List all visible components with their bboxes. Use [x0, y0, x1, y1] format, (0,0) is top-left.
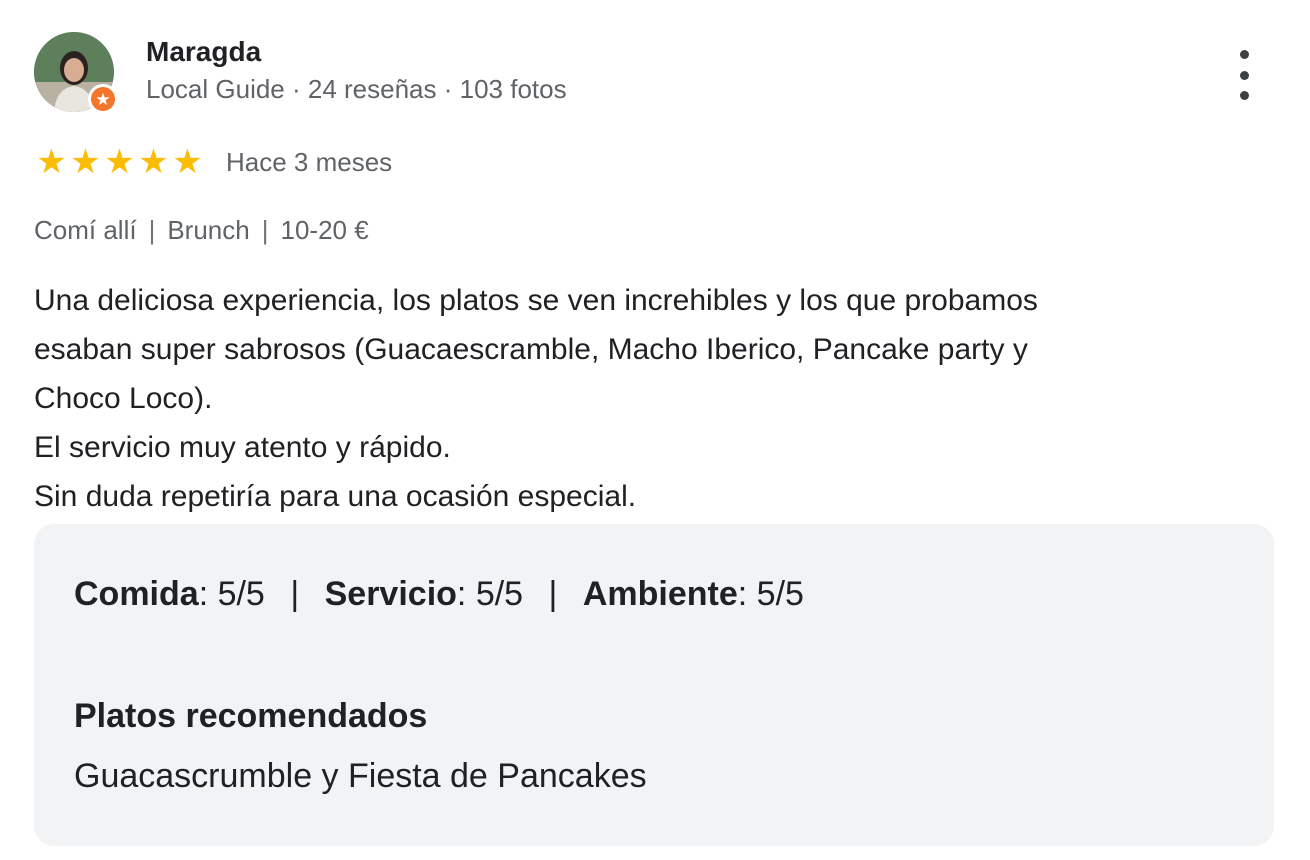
recommended-dishes-value: Guacascrumble y Fiesta de Pancakes [74, 757, 647, 795]
review-line: Choco Loco). [34, 382, 213, 415]
star-icon: ★ [172, 143, 202, 181]
review-line: esaban super sabrosos (Guacaescramble, M… [34, 333, 1028, 366]
review-line: Una deliciosa experiencia, los platos se… [34, 284, 1038, 317]
score-value-food: : 5/5 [198, 575, 265, 613]
visit-price: 10-20 € [280, 215, 369, 245]
score-label-atmosphere: Ambiente [582, 575, 738, 613]
reviewer-header: ★ Maragda Local Guide · 24 reseñas · 103… [34, 32, 567, 114]
star-rating: ★ ★ ★ ★ ★ [34, 144, 204, 180]
visit-meal: Brunch [167, 215, 250, 245]
reviewer-name[interactable]: Maragda [146, 34, 567, 70]
star-icon: ★ [70, 143, 100, 181]
more-vert-icon [1239, 70, 1249, 80]
reviewer-info: Maragda Local Guide · 24 reseñas · 103 f… [146, 34, 567, 106]
rating-row: ★ ★ ★ ★ ★ Hace 3 meses [34, 144, 392, 180]
visit-service: Comí allí [34, 215, 137, 245]
score-separator: | [548, 575, 558, 613]
star-icon: ★ [138, 143, 168, 181]
review-details-box: Comida: 5/5 | Servicio: 5/5 | Ambiente: … [34, 524, 1274, 846]
star-icon: ★ [36, 143, 66, 181]
recommended-dishes-title: Platos recomendados [74, 697, 428, 735]
score-label-service: Servicio [324, 575, 457, 613]
review-text: Una deliciosa experiencia, los platos se… [34, 276, 1274, 521]
visit-separator: | [261, 215, 269, 245]
score-label-food: Comida [74, 575, 199, 613]
avatar-container[interactable]: ★ [34, 32, 118, 114]
review-line: Sin duda repetiría para una ocasión espe… [34, 480, 637, 513]
category-scores: Comida: 5/5 | Servicio: 5/5 | Ambiente: … [74, 572, 804, 616]
star-icon: ★ [104, 143, 134, 181]
more-options-button[interactable] [1226, 50, 1262, 100]
local-guide-star-icon: ★ [88, 84, 118, 114]
visit-separator: | [148, 215, 156, 245]
review-card: ★ Maragda Local Guide · 24 reseñas · 103… [0, 0, 1310, 860]
visit-info: Comí allí | Brunch | 10-20 € [34, 212, 369, 248]
review-line: El servicio muy atento y rápido. [34, 431, 451, 464]
more-vert-icon [1239, 50, 1249, 59]
score-value-service: : 5/5 [456, 575, 524, 613]
more-vert-icon [1239, 91, 1249, 100]
score-separator: | [290, 575, 300, 613]
reviewer-meta: Local Guide · 24 reseñas · 103 fotos [146, 74, 567, 104]
review-date: Hace 3 meses [226, 147, 393, 177]
score-value-atmosphere: : 5/5 [737, 575, 804, 613]
